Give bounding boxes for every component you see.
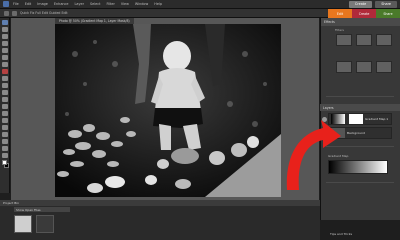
menu-image[interactable]: Image <box>37 2 48 6</box>
layers-panel-header[interactable]: Layers <box>320 104 400 111</box>
hand-tool-icon[interactable] <box>2 34 8 39</box>
options-caption: Quick Fix Full Edit Guided Edit <box>20 11 68 15</box>
bin-thumbnail[interactable] <box>14 215 32 233</box>
menu-view[interactable]: View <box>121 2 129 6</box>
mode-tabs: Edit Create Share <box>328 9 400 18</box>
share-button[interactable]: Share <box>375 0 397 8</box>
photo-image <box>55 24 281 197</box>
tab-create[interactable]: Create <box>352 9 376 18</box>
menu-file[interactable]: File <box>13 2 19 6</box>
layer-mask-thumbnail <box>349 114 363 124</box>
create-button[interactable]: Create <box>348 0 373 8</box>
bin-thumbnail[interactable] <box>36 215 54 233</box>
lasso-tool-icon[interactable] <box>2 55 8 60</box>
layer-name: Gradient Map 1 <box>365 117 389 121</box>
marquee-tool-icon[interactable] <box>2 48 8 53</box>
foreground-color-swatch[interactable] <box>2 160 7 165</box>
effect-thumb[interactable] <box>376 34 392 46</box>
gradient-tool-icon[interactable] <box>2 118 8 123</box>
menu-select[interactable]: Select <box>90 2 100 6</box>
menu-window[interactable]: Window <box>135 2 148 6</box>
red-arrow-icon <box>286 120 341 190</box>
tab-share[interactable]: Share <box>376 9 400 18</box>
effects-label: Filters <box>335 28 344 32</box>
magic-wand-tool-icon[interactable] <box>2 62 8 67</box>
panel-divider <box>326 96 394 97</box>
app-logo-icon <box>3 1 9 7</box>
effect-thumb[interactable] <box>356 34 372 46</box>
eyedropper-tool-icon[interactable] <box>2 41 8 46</box>
eraser-tool-icon[interactable] <box>2 90 8 95</box>
effect-thumb[interactable] <box>336 61 352 73</box>
clone-stamp-tool-icon[interactable] <box>2 83 8 88</box>
menu-help[interactable]: Help <box>154 2 162 6</box>
paint-bucket-tool-icon[interactable] <box>2 111 8 116</box>
brush-tool-icon[interactable] <box>2 104 8 109</box>
menu-edit[interactable]: Edit <box>25 2 32 6</box>
pencil-tool-icon[interactable] <box>2 97 8 102</box>
layer-name: Background <box>347 131 365 135</box>
effect-thumb[interactable] <box>336 34 352 46</box>
menu-layer[interactable]: Layer <box>75 2 84 6</box>
zoom-tool-icon[interactable] <box>2 27 8 32</box>
tips-label[interactable]: Tips and Tricks <box>330 232 352 236</box>
zoom-icon[interactable] <box>12 10 17 16</box>
menu-filter[interactable]: Filter <box>106 2 114 6</box>
menu-bar: File Edit Image Enhance Layer Select Fil… <box>0 0 400 9</box>
tool-preset-icon[interactable] <box>4 10 9 16</box>
spot-healing-tool-icon[interactable] <box>2 76 8 81</box>
sponge-tool-icon[interactable] <box>2 139 8 144</box>
redeye-tool-icon[interactable] <box>2 69 8 74</box>
blur-tool-icon[interactable] <box>2 132 8 137</box>
effect-thumb[interactable] <box>356 61 372 73</box>
effects-grid <box>336 34 392 84</box>
crop-tool-icon[interactable] <box>2 146 8 151</box>
document-photo[interactable] <box>55 24 281 197</box>
effects-panel-header[interactable]: Effects <box>321 18 400 26</box>
tab-edit[interactable]: Edit <box>328 9 352 18</box>
effect-thumb[interactable] <box>376 61 392 73</box>
shape-tool-icon[interactable] <box>2 125 8 130</box>
menu-enhance[interactable]: Enhance <box>54 2 69 6</box>
type-tool-icon[interactable] <box>2 153 8 158</box>
project-bin-header[interactable]: Project Bin <box>0 200 320 206</box>
bin-dropdown[interactable]: Show Open Files <box>14 207 70 212</box>
move-tool-icon[interactable] <box>2 20 8 25</box>
